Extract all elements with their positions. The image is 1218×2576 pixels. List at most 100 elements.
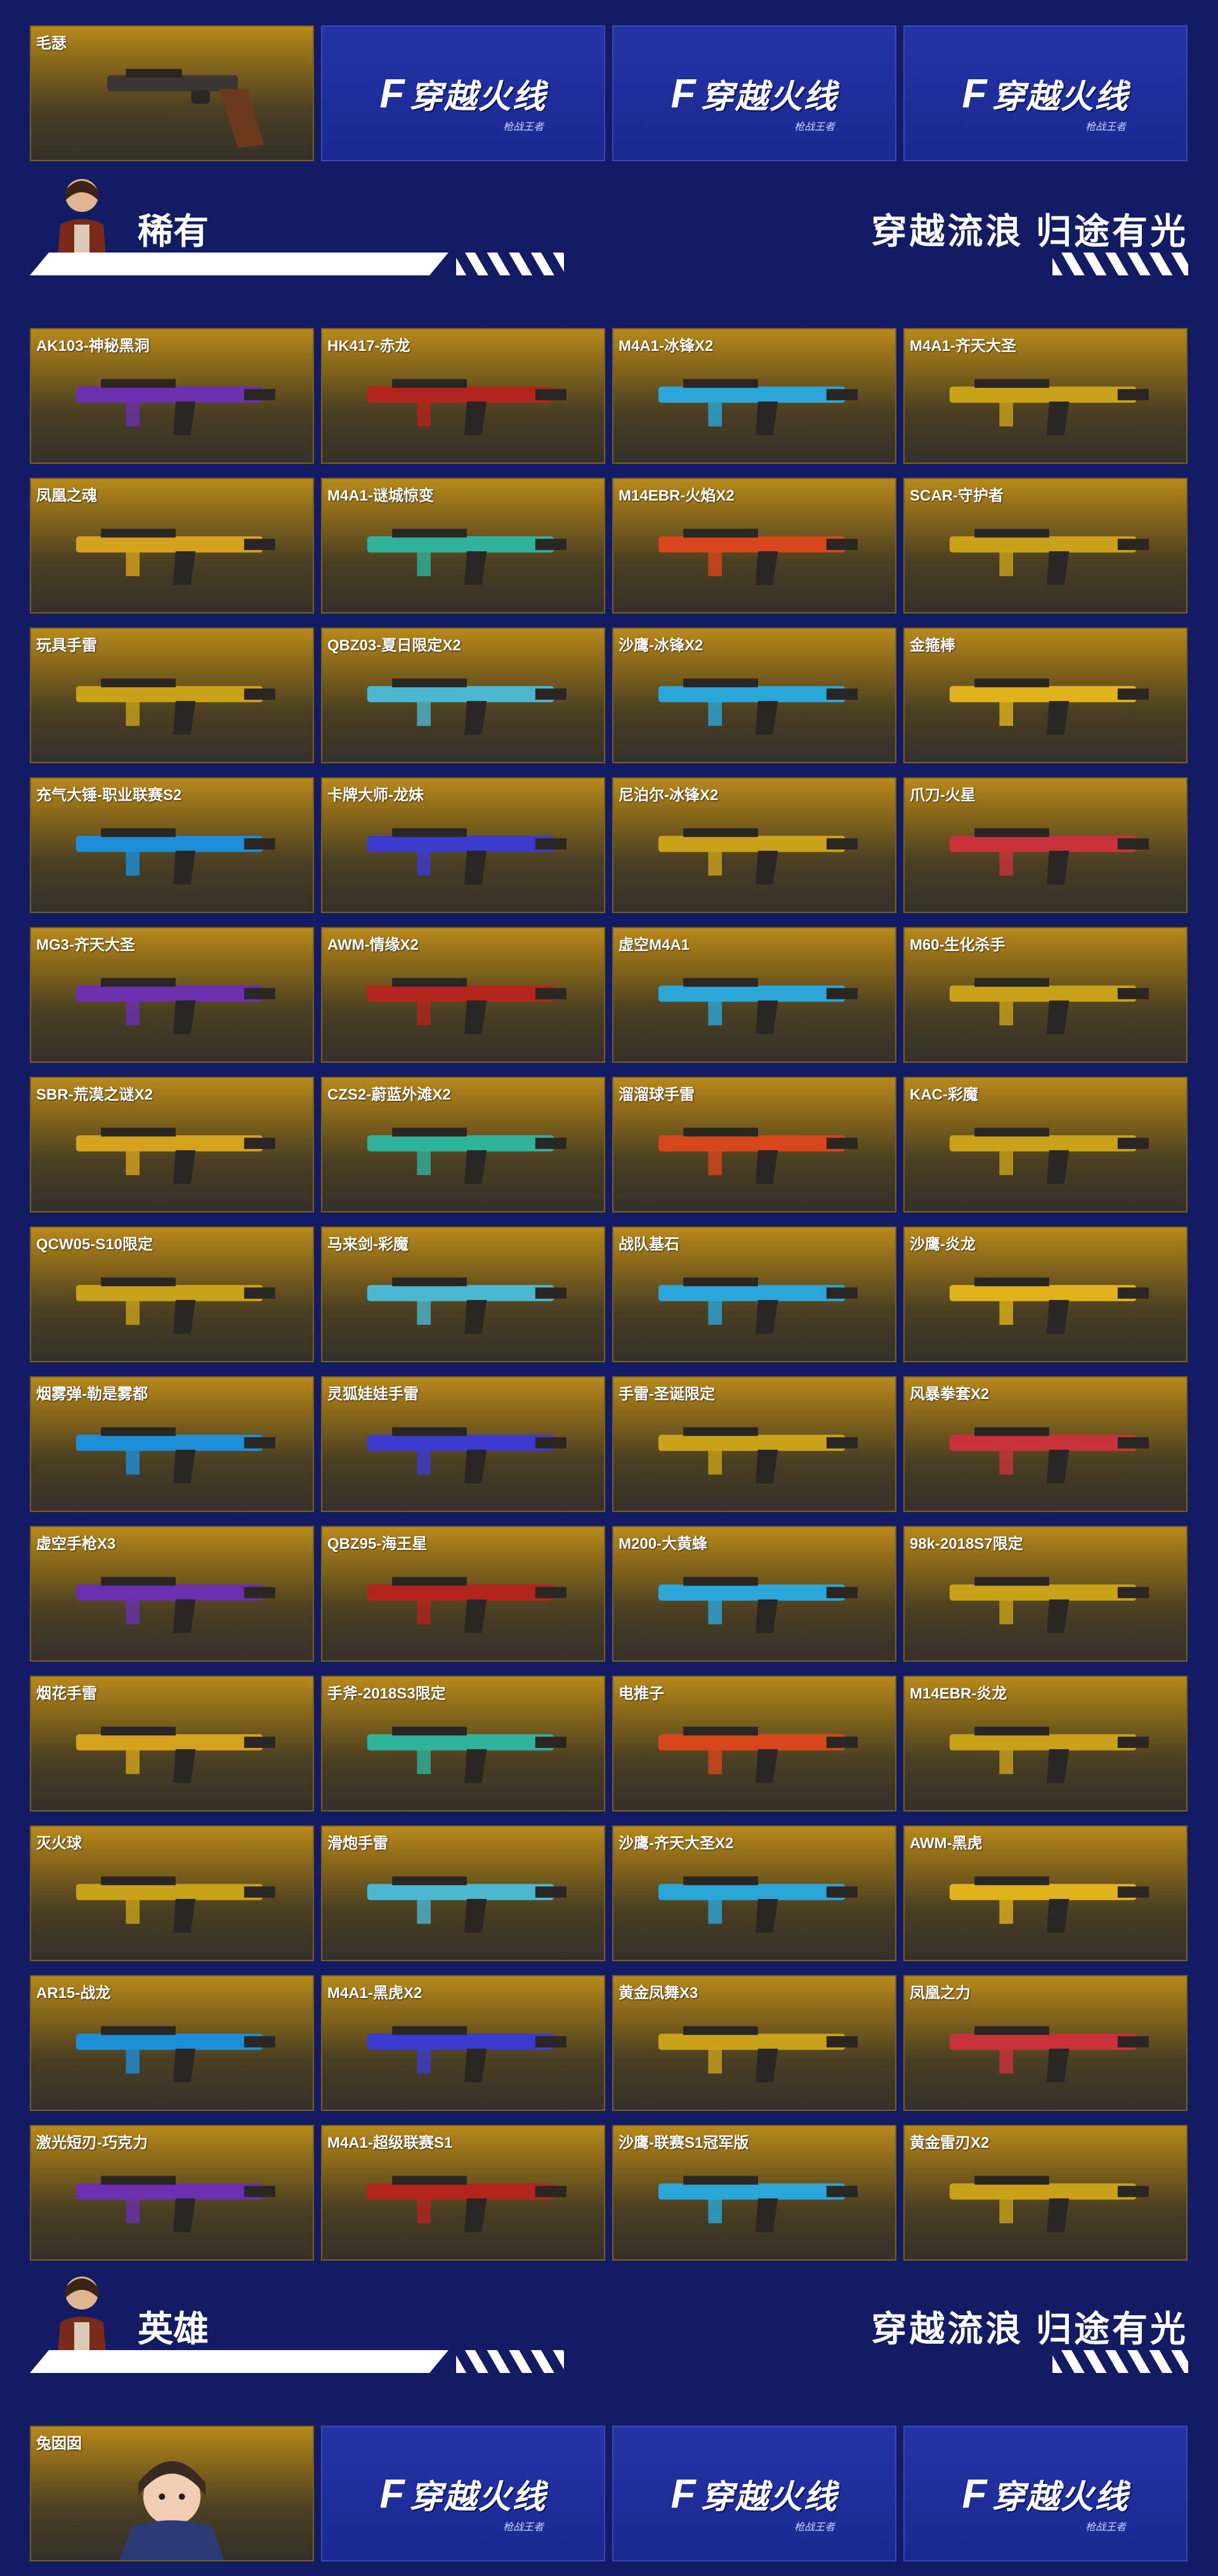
weapon-icon bbox=[658, 678, 858, 735]
item-card[interactable]: QBZ03-夏日限定X2 bbox=[321, 628, 605, 763]
item-card[interactable]: 马来剑-彩魔 bbox=[321, 1226, 605, 1362]
item-card[interactable]: 沙鹰-联赛S1冠军版 bbox=[612, 2125, 896, 2261]
item-card[interactable]: M4A1-黑虎X2 bbox=[321, 1975, 605, 2111]
item-card[interactable]: 玩具手雷 bbox=[30, 628, 314, 763]
item-card[interactable]: 沙鹰-炎龙 bbox=[903, 1226, 1188, 1362]
weapon-icon bbox=[75, 828, 275, 884]
weapon-icon bbox=[75, 678, 275, 735]
weapon-icon bbox=[949, 828, 1149, 884]
item-card[interactable]: 爪刀-火星 bbox=[903, 777, 1188, 913]
item-card[interactable]: M4A1-齐天大圣 bbox=[903, 328, 1188, 464]
item-card[interactable]: 烟花手雷 bbox=[30, 1676, 314, 1811]
weapon-icon bbox=[367, 1876, 566, 1933]
section-slogan: 穿越流浪 归途有光 bbox=[871, 2309, 1188, 2349]
item-card[interactable]: M60-生化杀手 bbox=[903, 927, 1188, 1063]
item-card[interactable]: M4A1-谜城惊变 bbox=[321, 478, 605, 614]
item-card[interactable]: 金箍棒 bbox=[903, 628, 1188, 763]
section-title: 英雄 bbox=[138, 2309, 209, 2349]
item-card[interactable]: 溜溜球手雷 bbox=[612, 1077, 896, 1212]
item-card[interactable]: M200-大黄蜂 bbox=[612, 1526, 896, 1662]
weapon-icon bbox=[367, 2026, 566, 2082]
item-card[interactable]: 98k-2018S7限定 bbox=[903, 1526, 1188, 1662]
item-card[interactable]: 充气大锤-职业联赛S2 bbox=[30, 777, 314, 913]
item-card[interactable]: QCW05-S10限定 bbox=[30, 1226, 314, 1362]
weapon-icon bbox=[367, 379, 566, 435]
weapon-icon bbox=[367, 1427, 566, 1483]
item-card[interactable]: M14EBR-炎龙 bbox=[903, 1676, 1188, 1811]
logo-subtext: 枪战王者 bbox=[794, 2522, 835, 2533]
item-card[interactable]: M4A1-超级联赛S1 bbox=[321, 2125, 605, 2261]
weapon-icon bbox=[949, 2176, 1149, 2232]
logo-text: 穿越火线 bbox=[700, 78, 838, 115]
item-card[interactable]: 黄金凤舞X3 bbox=[612, 1975, 896, 2111]
item-card[interactable]: 毛瑟 bbox=[30, 25, 314, 161]
item-card[interactable]: 沙鹰-冰锋X2 bbox=[612, 628, 896, 763]
weapon-icon bbox=[949, 379, 1149, 435]
logo-subtext: 枪战王者 bbox=[794, 122, 835, 133]
bottom-row: 兔囡囡 F 穿越火线 枪战王者 F 穿越火线 枪战王者 F 穿越火线 枪战王者 bbox=[30, 2426, 1188, 2561]
item-card[interactable]: 灵狐娃娃手雷 bbox=[321, 1376, 605, 1512]
weapon-icon bbox=[367, 1127, 566, 1184]
item-card[interactable]: 战队基石 bbox=[612, 1226, 896, 1362]
item-card[interactable]: 沙鹰-齐天大圣X2 bbox=[612, 1825, 896, 1961]
weapon-icon bbox=[949, 1427, 1149, 1483]
game-logo-card: F 穿越火线 枪战王者 bbox=[903, 2426, 1188, 2561]
weapon-icon bbox=[658, 2026, 858, 2082]
weapon-icon bbox=[658, 1876, 858, 1933]
item-card[interactable]: 手斧-2018S3限定 bbox=[321, 1676, 605, 1811]
item-card[interactable]: AR15-战龙 bbox=[30, 1975, 314, 2111]
weapon-icon bbox=[75, 379, 275, 435]
item-card[interactable]: 卡牌大师-龙妹 bbox=[321, 777, 605, 913]
weapon-icon bbox=[75, 1277, 275, 1334]
weapon-icon bbox=[367, 2176, 566, 2232]
item-card[interactable]: 黄金雷刃X2 bbox=[903, 2125, 1188, 2261]
item-card[interactable]: 虚空手枪X3 bbox=[30, 1526, 314, 1662]
game-logo-card: F 穿越火线 枪战王者 bbox=[612, 25, 896, 161]
weapon-icon bbox=[949, 1726, 1149, 1783]
item-card[interactable]: QBZ95-海王星 bbox=[321, 1526, 605, 1662]
item-card[interactable]: AWM-情缘X2 bbox=[321, 927, 605, 1063]
weapon-icon bbox=[949, 529, 1149, 585]
item-card[interactable]: 滑炮手雷 bbox=[321, 1825, 605, 1961]
stripe-decoration bbox=[456, 253, 564, 275]
stripe-decoration bbox=[1052, 2350, 1188, 2373]
weapon-icon bbox=[949, 1127, 1149, 1184]
pistol-icon bbox=[107, 69, 265, 148]
item-card[interactable]: 电推子 bbox=[612, 1676, 896, 1811]
item-card[interactable]: CZS2-蔚蓝外滩X2 bbox=[321, 1077, 605, 1212]
item-card[interactable]: M14EBR-火焰X2 bbox=[612, 478, 896, 614]
item-card[interactable]: SBR-荒漠之谜X2 bbox=[30, 1077, 314, 1212]
item-card[interactable]: 兔囡囡 bbox=[30, 2426, 314, 2561]
title-underline bbox=[30, 2350, 449, 2373]
section-title: 稀有 bbox=[138, 211, 209, 251]
logo-text: 穿越火线 bbox=[409, 78, 547, 115]
weapon-icon bbox=[949, 678, 1149, 735]
rare-items-grid: AK103-神秘黑洞 HK417-赤龙 M4A1-冰锋X2 M4A1-齐天大圣凤凰之魂… bbox=[30, 328, 1188, 2261]
weapon-icon bbox=[658, 1277, 858, 1334]
weapon-icon bbox=[75, 1726, 275, 1783]
logo-text: 穿越火线 bbox=[409, 2478, 547, 2516]
item-card[interactable]: AK103-神秘黑洞 bbox=[30, 328, 314, 464]
item-card[interactable]: 凤凰之力 bbox=[903, 1975, 1188, 2111]
item-card[interactable]: 激光短刃-巧克力 bbox=[30, 2125, 314, 2261]
item-card[interactable]: KAC-彩魔 bbox=[903, 1077, 1188, 1212]
item-card[interactable]: 手雷-圣诞限定 bbox=[612, 1376, 896, 1512]
item-card[interactable]: HK417-赤龙 bbox=[321, 328, 605, 464]
item-card[interactable]: MG3-齐天大圣 bbox=[30, 927, 314, 1063]
item-card[interactable]: 尼泊尔-冰锋X2 bbox=[612, 777, 896, 913]
item-card[interactable]: 风暴拳套X2 bbox=[903, 1376, 1188, 1512]
game-logo-card: F 穿越火线 枪战王者 bbox=[321, 25, 605, 161]
game-logo-card: F 穿越火线 枪战王者 bbox=[903, 25, 1188, 161]
item-card[interactable]: 虚空M4A1 bbox=[612, 927, 896, 1063]
weapon-icon bbox=[658, 1726, 858, 1783]
item-card[interactable]: AWM-黑虎 bbox=[903, 1825, 1188, 1961]
weapon-icon bbox=[367, 828, 566, 884]
weapon-icon bbox=[949, 2026, 1149, 2082]
item-card[interactable]: SCAR-守护者 bbox=[903, 478, 1188, 614]
stripe-decoration bbox=[456, 2350, 564, 2373]
item-card[interactable]: 烟雾弹-勒是雾都 bbox=[30, 1376, 314, 1512]
item-card[interactable]: 灭火球 bbox=[30, 1825, 314, 1961]
item-card[interactable]: 凤凰之魂 bbox=[30, 478, 314, 614]
logo-text: 穿越火线 bbox=[992, 2478, 1129, 2516]
item-card[interactable]: M4A1-冰锋X2 bbox=[612, 328, 896, 464]
